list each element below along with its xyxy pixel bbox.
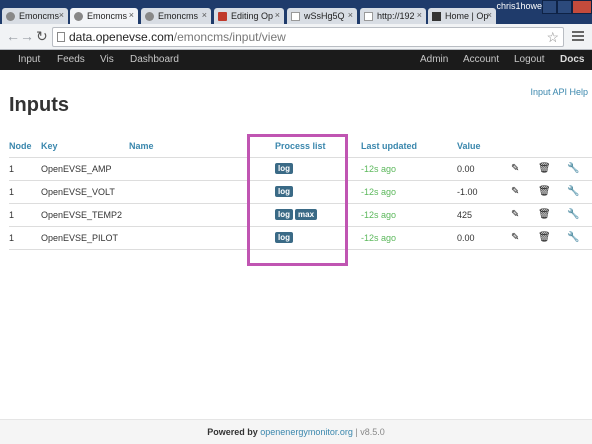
nav-account[interactable]: Account: [463, 54, 499, 65]
cell-last-updated: -12s ago: [361, 226, 457, 250]
cell-key: OpenEVSE_AMP: [41, 157, 129, 181]
page-title: Inputs: [9, 94, 69, 116]
edit-icon[interactable]: ✎: [511, 226, 538, 250]
input-api-help-link[interactable]: Input API Help: [530, 87, 588, 97]
cell-value: 0.00: [457, 226, 511, 250]
cell-node: 1: [9, 180, 41, 204]
address-bar[interactable]: data.openevse.com/emoncms/input/view ☆: [52, 27, 564, 47]
header-node[interactable]: Node: [9, 135, 41, 158]
edit-icon[interactable]: ✎: [511, 180, 538, 204]
bookmark-star-icon[interactable]: ☆: [546, 28, 559, 46]
cell-node: 1: [9, 157, 41, 181]
tab-editing[interactable]: Editing Op ×: [214, 8, 284, 24]
dozuki-favicon-icon: [218, 11, 227, 21]
page-favicon-icon: [364, 11, 373, 21]
header-key[interactable]: Key: [41, 135, 129, 158]
nav-dashboard[interactable]: Dashboard: [130, 54, 179, 65]
close-icon[interactable]: ×: [487, 10, 492, 20]
reload-icon[interactable]: ↻: [36, 29, 48, 43]
profile-name[interactable]: chris1howell: [496, 1, 546, 11]
footer-powered-by: Powered by: [207, 427, 258, 437]
wrench-icon[interactable]: 🔧: [567, 203, 592, 227]
nav-feeds[interactable]: Feeds: [57, 54, 85, 65]
process-list-highlight-box: [247, 134, 348, 266]
maximize-button[interactable]: [557, 0, 572, 14]
delete-icon[interactable]: 🗑: [538, 180, 567, 204]
nav-logout[interactable]: Logout: [514, 54, 545, 65]
minimize-button[interactable]: [542, 0, 557, 14]
tab-emoncms-1[interactable]: Emoncms ×: [2, 8, 68, 24]
back-icon[interactable]: ←: [6, 29, 20, 43]
cell-value: -1.00: [457, 180, 511, 204]
footer-version: v8.5.0: [360, 427, 385, 437]
tab-strip: Emoncms × Emoncms × Emoncms × Editing Op × w…: [0, 0, 592, 24]
edit-icon[interactable]: ✎: [511, 157, 538, 181]
page-icon: [57, 32, 65, 42]
cell-key: OpenEVSE_VOLT: [41, 180, 129, 204]
delete-icon[interactable]: 🗑: [538, 226, 567, 250]
wrench-icon[interactable]: 🔧: [567, 157, 592, 181]
app-navbar: Input Feeds Vis Dashboard Admin Account …: [0, 50, 592, 70]
cell-node: 1: [9, 226, 41, 250]
delete-icon[interactable]: 🗑: [538, 157, 567, 181]
tab-home[interactable]: Home | Op ×: [428, 8, 496, 24]
cell-value: 0.00: [457, 157, 511, 181]
cell-last-updated: -12s ago: [361, 157, 457, 181]
openevse-favicon-icon: [432, 11, 441, 21]
tab-wsshg5q[interactable]: wSsHg5Q ×: [287, 8, 357, 24]
cell-key: OpenEVSE_TEMP2: [41, 203, 129, 227]
close-icon[interactable]: ×: [348, 10, 353, 20]
tab-emoncms-active[interactable]: Emoncms ×: [70, 8, 138, 24]
browser-toolbar: ← → ↻ data.openevse.com/emoncms/input/vi…: [0, 24, 592, 50]
close-icon[interactable]: ×: [59, 10, 64, 20]
nav-vis[interactable]: Vis: [100, 54, 114, 65]
close-icon[interactable]: ×: [275, 10, 280, 20]
browser-chrome: Emoncms × Emoncms × Emoncms × Editing Op × w…: [0, 0, 592, 50]
tab-emoncms-3[interactable]: Emoncms ×: [141, 8, 211, 24]
delete-icon[interactable]: 🗑: [538, 203, 567, 227]
menu-icon[interactable]: [572, 31, 584, 43]
cell-node: 1: [9, 203, 41, 227]
footer-link[interactable]: openenergymonitor.org: [260, 427, 353, 437]
cell-key: OpenEVSE_PILOT: [41, 226, 129, 250]
tab-http[interactable]: http://192 ×: [360, 8, 426, 24]
cell-value: 425: [457, 203, 511, 227]
header-value[interactable]: Value: [457, 135, 511, 158]
wrench-icon[interactable]: 🔧: [567, 180, 592, 204]
forward-icon[interactable]: →: [20, 29, 34, 43]
emoncms-favicon-icon: [145, 11, 154, 21]
page-footer: Powered by openenergymonitor.org | v8.5.…: [0, 419, 592, 444]
cell-last-updated: -12s ago: [361, 180, 457, 204]
nav-input[interactable]: Input: [18, 54, 40, 65]
edit-icon[interactable]: ✎: [511, 203, 538, 227]
cell-last-updated: -12s ago: [361, 203, 457, 227]
page-favicon-icon: [291, 11, 300, 21]
emoncms-favicon-icon: [6, 11, 15, 21]
close-icon[interactable]: ×: [129, 10, 134, 20]
emoncms-favicon-icon: [74, 11, 83, 21]
close-icon[interactable]: ×: [202, 10, 207, 20]
nav-docs[interactable]: Docs: [560, 54, 584, 65]
nav-admin[interactable]: Admin: [420, 54, 448, 65]
window-close-button[interactable]: [572, 0, 592, 14]
wrench-icon[interactable]: 🔧: [567, 226, 592, 250]
header-last-updated[interactable]: Last updated: [361, 135, 457, 158]
footer-separator: |: [355, 427, 358, 437]
close-icon[interactable]: ×: [417, 10, 422, 20]
